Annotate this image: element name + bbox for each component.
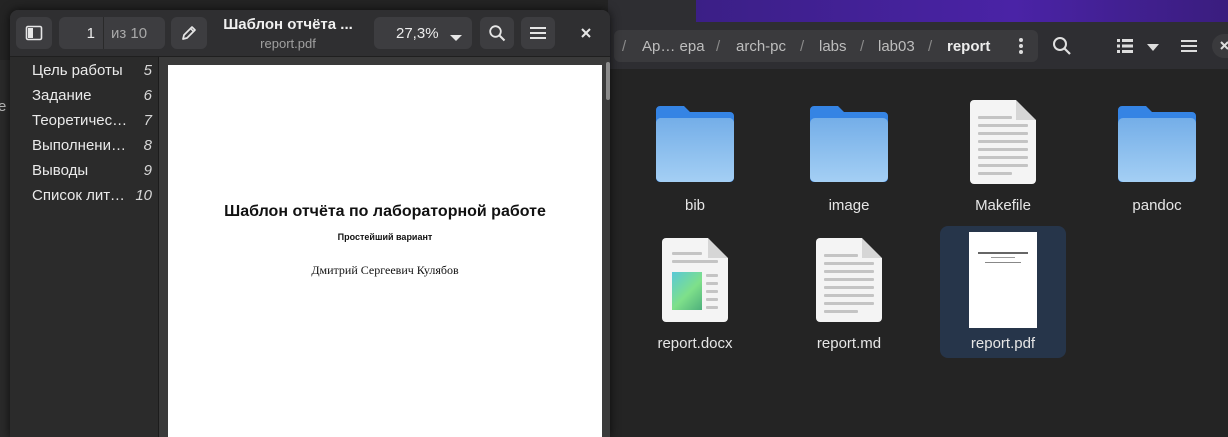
viewer-header-bar: 1 из 10 Шаблон отчёта ... report.pdf 27,… — [10, 10, 610, 57]
annotate-button[interactable] — [171, 17, 207, 49]
page-number-input[interactable]: 1 — [59, 25, 95, 42]
folder-icon — [1118, 102, 1196, 182]
pdf-viewer-window: 1 из 10 Шаблон отчёта ... report.pdf 27,… — [10, 10, 610, 437]
breadcrumb-separator: / — [928, 38, 933, 55]
sidebar-toggle-icon — [25, 24, 43, 42]
toc-item-label: Выводы — [32, 162, 89, 179]
file-item-report-docx[interactable]: report.docx — [632, 228, 758, 360]
toc-item-page: 8 — [143, 137, 152, 154]
close-icon[interactable] — [1212, 34, 1228, 58]
vertical-scrollbar[interactable] — [606, 62, 610, 100]
close-icon[interactable] — [576, 23, 596, 43]
pencil-icon — [180, 24, 198, 42]
file-name: image — [828, 197, 870, 214]
toc-item[interactable]: Выполнение… 8 — [32, 137, 156, 161]
page-total-label: из 10 — [111, 25, 148, 42]
page-author: Дмитрий Сергеевич Кулябов — [311, 263, 459, 277]
toc-item[interactable]: Задание 6 — [32, 87, 156, 111]
page-title: Шаблон отчёта по лабораторной работе — [224, 203, 546, 220]
breadcrumb-item-parent[interactable]: Ар… ера — [642, 38, 705, 55]
zoom-level: 27,3% — [396, 25, 439, 42]
vertical-dots-icon[interactable] — [1012, 36, 1030, 56]
breadcrumb-separator: / — [800, 38, 805, 55]
toc-item-label: Цель работы — [32, 62, 123, 79]
file-item-image[interactable]: image — [786, 90, 912, 222]
file-item-report-md[interactable]: report.md — [786, 228, 912, 360]
chevron-right-icon: e — [0, 98, 7, 115]
folder-icon — [810, 102, 888, 182]
file-item-bib[interactable]: bib — [632, 90, 758, 222]
toc-item[interactable]: Выводы 9 — [32, 162, 156, 186]
breadcrumb-separator: / — [716, 38, 721, 55]
breadcrumb-item-lab03[interactable]: lab03 — [878, 38, 915, 55]
text-file-icon — [970, 100, 1036, 184]
file-name: Makefile — [975, 197, 1031, 214]
breadcrumb-item-current[interactable]: report — [947, 38, 990, 55]
file-name: pandoc — [1132, 197, 1182, 214]
file-name: report.pdf — [970, 335, 1036, 352]
breadcrumb-item-labs[interactable]: labs — [819, 38, 847, 55]
breadcrumb-item-arch-pc[interactable]: arch-pc — [736, 38, 786, 55]
toc-item-label: Список лите… — [32, 187, 128, 204]
toc-item-page: 10 — [135, 187, 152, 204]
outline-sidebar: Цель работы 5 Задание 6 Теоретичес… 7 Вы… — [10, 57, 159, 437]
page-field-divider — [103, 17, 104, 49]
toc-item-page: 9 — [143, 162, 152, 179]
hamburger-icon — [529, 24, 547, 42]
window-subtitle: report.pdf — [260, 36, 316, 51]
toc-item-page: 6 — [143, 87, 152, 104]
main-menu-button[interactable] — [521, 17, 555, 49]
fm-sidebar-edge — [0, 60, 10, 437]
toc-item-label: Теоретичес… — [32, 112, 128, 129]
sidebar-toggle-button[interactable] — [16, 17, 52, 49]
pdf-thumbnail-icon — [969, 232, 1037, 328]
file-item-report-pdf[interactable]: report.pdf — [940, 226, 1066, 358]
file-name: report.md — [816, 335, 882, 352]
hamburger-icon[interactable] — [1180, 37, 1198, 55]
toc-item-page: 7 — [143, 112, 152, 129]
caret-down-icon — [450, 29, 462, 41]
document-file-icon — [662, 238, 728, 322]
toc-item[interactable]: Цель работы 5 — [32, 62, 156, 86]
toc-item-label: Задание — [32, 87, 92, 104]
window-title: Шаблон отчёта ... — [223, 16, 353, 33]
search-icon — [488, 24, 506, 42]
pdf-page: Шаблон отчёта по лабораторной работе Про… — [168, 65, 602, 437]
toc-item[interactable]: Теоретичес… 7 — [32, 112, 156, 136]
search-button[interactable] — [480, 17, 514, 49]
chevron-down-icon[interactable] — [1146, 40, 1160, 52]
list-view-icon[interactable] — [1116, 37, 1134, 55]
folder-icon — [656, 102, 734, 182]
text-file-icon — [816, 238, 882, 322]
file-name: report.docx — [657, 335, 733, 352]
toc-item-page: 5 — [143, 62, 152, 79]
file-item-makefile[interactable]: Makefile — [940, 90, 1066, 222]
toc-item[interactable]: Список лите… 10 — [32, 187, 156, 211]
breadcrumb-separator: / — [860, 38, 865, 55]
desktop-wallpaper — [696, 0, 1228, 22]
zoom-dropdown[interactable]: 27,3% — [374, 17, 472, 49]
toc-item-label: Выполнение… — [32, 137, 128, 154]
breadcrumb-separator: / — [622, 38, 627, 55]
search-icon[interactable] — [1052, 36, 1072, 56]
page-subtitle: Простейший вариант — [337, 232, 433, 242]
file-name: bib — [684, 197, 706, 214]
file-item-pandoc[interactable]: pandoc — [1094, 90, 1220, 222]
page-navigation-field[interactable]: 1 из 10 — [59, 17, 165, 49]
